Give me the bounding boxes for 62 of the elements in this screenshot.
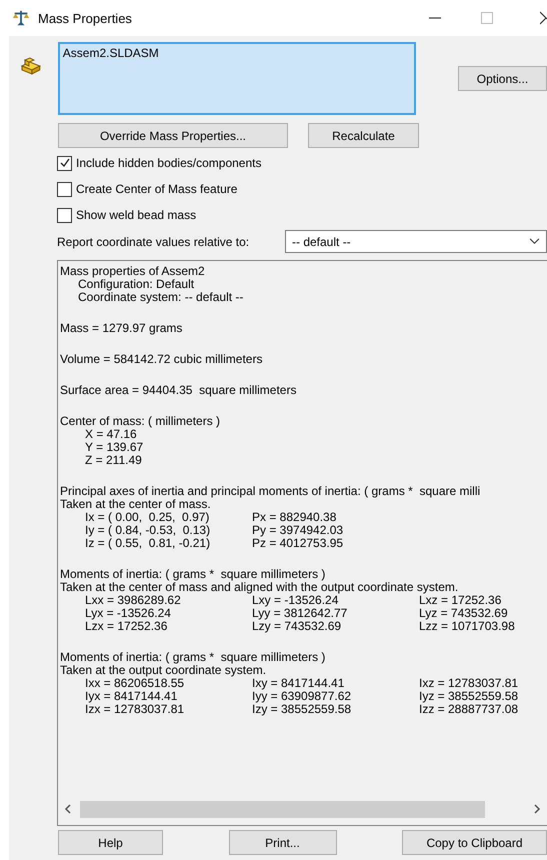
window-title: Mass Properties <box>38 10 132 26</box>
report-value: Lxz = 17252.36 <box>419 594 502 607</box>
report-value: Izz = 28887737.08 <box>419 703 518 716</box>
report-line: Configuration: Default <box>78 278 194 291</box>
report-line: Principal axes of inertia and principal moments of inertia: ( grams * square milli <box>60 485 480 498</box>
checkbox[interactable] <box>57 208 72 222</box>
report-value: Lzx = 17252.36 <box>85 620 168 633</box>
report-value: Izx = 12783037.81 <box>85 703 186 716</box>
report-line: Taken at the output coordinate system. <box>60 664 266 677</box>
report-value: Iyy = 63909877.62 <box>252 690 352 703</box>
report-value: X = 47.16 <box>85 428 137 441</box>
report-value: Lxy = -13526.24 <box>252 594 338 607</box>
report-value: Lzy = 743532.69 <box>252 620 342 633</box>
dialog-button[interactable]: Help <box>58 830 163 855</box>
dialog-button[interactable]: Copy to Clipboard <box>402 830 547 855</box>
close-icon[interactable] <box>540 11 547 25</box>
list-item[interactable]: Assem2.SLDASM <box>62 46 411 60</box>
scroll-right-icon[interactable] <box>533 804 541 814</box>
report-line: Moments of inertia: ( grams * square millimeters ) <box>60 651 326 664</box>
chevron-down-icon[interactable] <box>529 238 540 245</box>
options-button[interactable]: Options... <box>458 66 547 91</box>
report-value: Ix = ( 0.00, 0.25, 0.97) <box>85 511 210 524</box>
report-value: Lyx = -13526.24 <box>85 607 172 620</box>
report-value: Py = 3974942.03 <box>252 524 344 537</box>
report-value: Lzz = 1071703.98 <box>419 620 515 633</box>
report-value: Lxx = 3986289.62 <box>85 594 182 607</box>
scale-icon <box>12 9 30 27</box>
report-line: Mass properties of Assem2 <box>60 265 205 278</box>
dialog-button[interactable]: Print... <box>228 830 336 855</box>
report-value: Iy = ( 0.84, -0.53, 0.13) <box>85 524 212 537</box>
report-line: Taken at the center of mass. <box>60 498 211 511</box>
checkbox-label: Create Center of Mass feature <box>76 182 238 196</box>
override-button[interactable]: Override Mass Properties... <box>58 123 288 148</box>
report-value: Iz = ( 0.55, 0.81, -0.21) <box>85 537 212 550</box>
report-line: Taken at the center of mass and aligned with the output coordinate system. <box>60 581 458 594</box>
checkbox[interactable] <box>57 182 72 196</box>
report-value: Lyz = 743532.69 <box>419 607 508 620</box>
report-line: Moments of inertia: ( grams * square millimeters ) <box>60 568 326 581</box>
report-value: Pz = 4012753.95 <box>252 537 344 550</box>
scroll-left-icon[interactable] <box>64 804 72 814</box>
coordinate-dropdown[interactable]: -- default -- <box>285 230 547 253</box>
checkbox-label: Include hidden bodies/components <box>76 156 262 170</box>
report-value: Y = 139.67 <box>85 441 144 454</box>
report-value: Z = 211.49 <box>85 454 142 467</box>
report-value: Lyy = 3812642.77 <box>252 607 348 620</box>
report-value: Ixz = 12783037.81 <box>419 677 518 690</box>
checkbox[interactable] <box>57 156 72 170</box>
report-line: Center of mass: ( millimeters ) <box>60 415 220 428</box>
recalculate-button[interactable]: Recalculate <box>308 123 419 148</box>
report-value: Ixy = 8417144.41 <box>252 677 346 690</box>
report-value: Iyz = 38552559.58 <box>419 690 518 703</box>
report-value: Px = 882940.38 <box>252 511 336 524</box>
report-line: Mass = 1279.97 grams <box>60 322 182 335</box>
coordinate-label: Report coordinate values relative to: <box>57 234 250 248</box>
report-line: Volume = 584142.72 cubic millimeters <box>60 353 262 366</box>
report-value: Izy = 38552559.58 <box>252 703 352 716</box>
checkbox-label: Show weld bead mass <box>76 208 196 222</box>
report-line: Coordinate system: -- default -- <box>78 291 244 304</box>
report-line: Surface area = 94404.35 square millimeters <box>60 384 296 397</box>
report-value: Ixx = 86206518.55 <box>85 677 186 690</box>
report-value: Iyx = 8417144.41 <box>85 690 178 703</box>
selection-list[interactable]: Assem2.SLDASM <box>58 42 416 115</box>
